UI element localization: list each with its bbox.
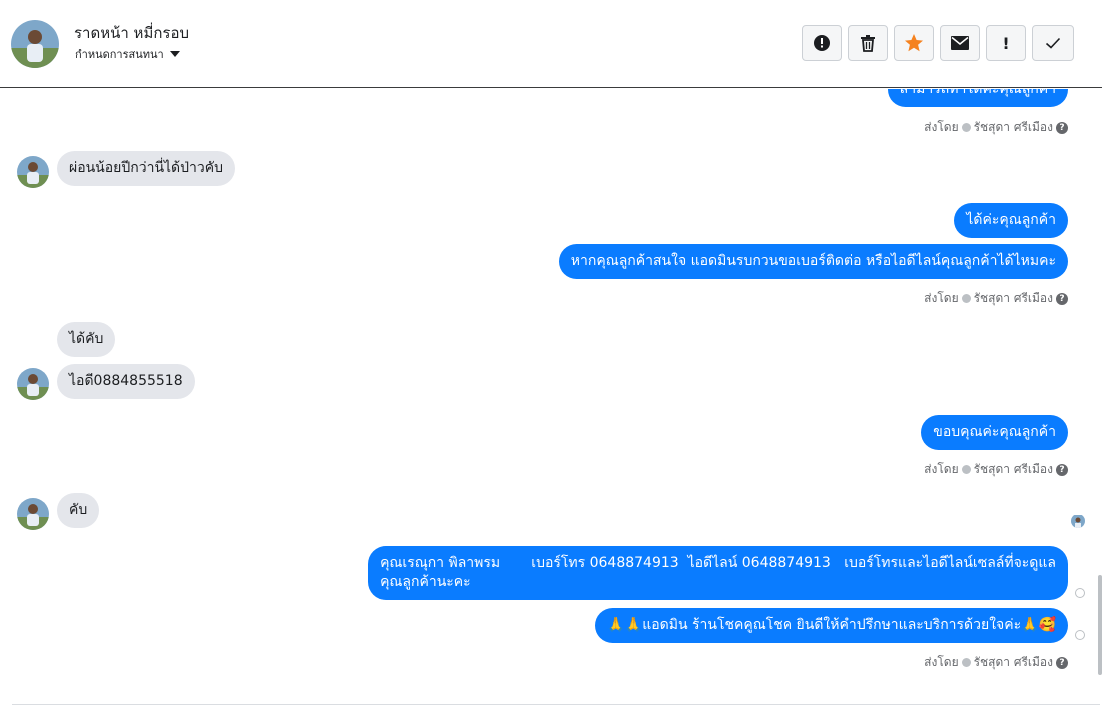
help-icon[interactable]: ? <box>1056 292 1068 305</box>
message-incoming[interactable]: คับ <box>57 493 100 528</box>
contact-avatar-small[interactable] <box>17 498 49 530</box>
spam-button[interactable]: ! <box>986 25 1026 61</box>
sent-by-label: ส่งโดย รัชสุดา ศรีเมือง ? <box>924 289 1068 308</box>
message-outgoing[interactable]: คุณเรณุกา พิลาพรม เบอร์โทร 0648874913 ไอ… <box>368 546 1068 600</box>
sender-status-icon <box>961 294 971 303</box>
sent-by-label: ส่งโดย รัชสุดา ศรีเมือง ? <box>924 460 1068 479</box>
help-icon[interactable]: ? <box>1056 463 1068 476</box>
mark-done-button[interactable] <box>1032 25 1074 61</box>
message-outgoing[interactable]: หากคุณลูกค้าสนใจ แอดมินรบกวนขอเบอร์ติดต่… <box>558 244 1068 279</box>
message-outgoing[interactable]: ขอบคุณค่ะคุณลูกค้า <box>921 415 1068 450</box>
star-button[interactable] <box>894 25 934 61</box>
envelope-icon <box>951 36 969 50</box>
delivered-icon <box>1075 588 1085 598</box>
mark-unread-button[interactable] <box>940 25 980 61</box>
help-icon[interactable]: ? <box>1056 656 1068 669</box>
sent-by-label: ส่งโดย รัชสุดา ศรีเมือง ? <box>924 118 1068 137</box>
message-incoming[interactable]: ผ่อนน้อยปีกว่านี่ได้ป่าวคับ <box>57 151 236 186</box>
conversation-header: ราดหน้า หมี่กรอบ กำหนดการสนทนา ! <box>0 0 1102 88</box>
report-button[interactable] <box>802 25 842 61</box>
contact-avatar[interactable] <box>11 20 59 68</box>
delivered-icon <box>1075 630 1085 640</box>
contact-avatar-small[interactable] <box>17 368 49 400</box>
assign-label: กำหนดการสนทนา <box>75 48 164 61</box>
alert-circle-icon <box>814 35 830 51</box>
message-outgoing[interactable]: ได้ค่ะคุณลูกค้า <box>954 203 1068 238</box>
assign-conversation-dropdown[interactable]: กำหนดการสนทนา <box>75 45 180 63</box>
exclamation-icon: ! <box>1002 33 1010 53</box>
star-icon <box>905 34 923 52</box>
checkmark-icon <box>1045 37 1061 49</box>
caret-down-icon <box>169 51 180 57</box>
message-thread: สามารถทำได้ค่ะคุณลูกค้า ส่งโดย รัชสุดา ศ… <box>0 89 1102 707</box>
message-incoming[interactable]: ได้คับ <box>57 322 116 357</box>
sender-status-icon <box>961 658 971 667</box>
sender-status-icon <box>961 123 971 132</box>
message-incoming[interactable]: ไอดี0884855518 <box>57 364 195 399</box>
scrollbar[interactable] <box>1098 575 1102 675</box>
sender-status-icon <box>961 465 971 474</box>
contact-name: ราดหน้า หมี่กรอบ <box>74 24 189 42</box>
sent-by-label: ส่งโดย รัชสุดา ศรีเมือง ? <box>924 653 1068 672</box>
seen-avatar <box>1071 514 1085 528</box>
message-outgoing[interactable]: สามารถทำได้ค่ะคุณลูกค้า <box>887 89 1068 107</box>
contact-avatar-small[interactable] <box>17 156 49 188</box>
help-icon[interactable]: ? <box>1056 121 1068 134</box>
header-actions: ! <box>802 25 1074 61</box>
composer-divider <box>12 704 1100 705</box>
message-outgoing[interactable]: 🙏🙏แอดมิน ร้านโชคคูณโชค ยินดีให้คำปรึกษาแ… <box>595 608 1068 643</box>
trash-icon <box>861 35 875 52</box>
delete-button[interactable] <box>848 25 888 61</box>
